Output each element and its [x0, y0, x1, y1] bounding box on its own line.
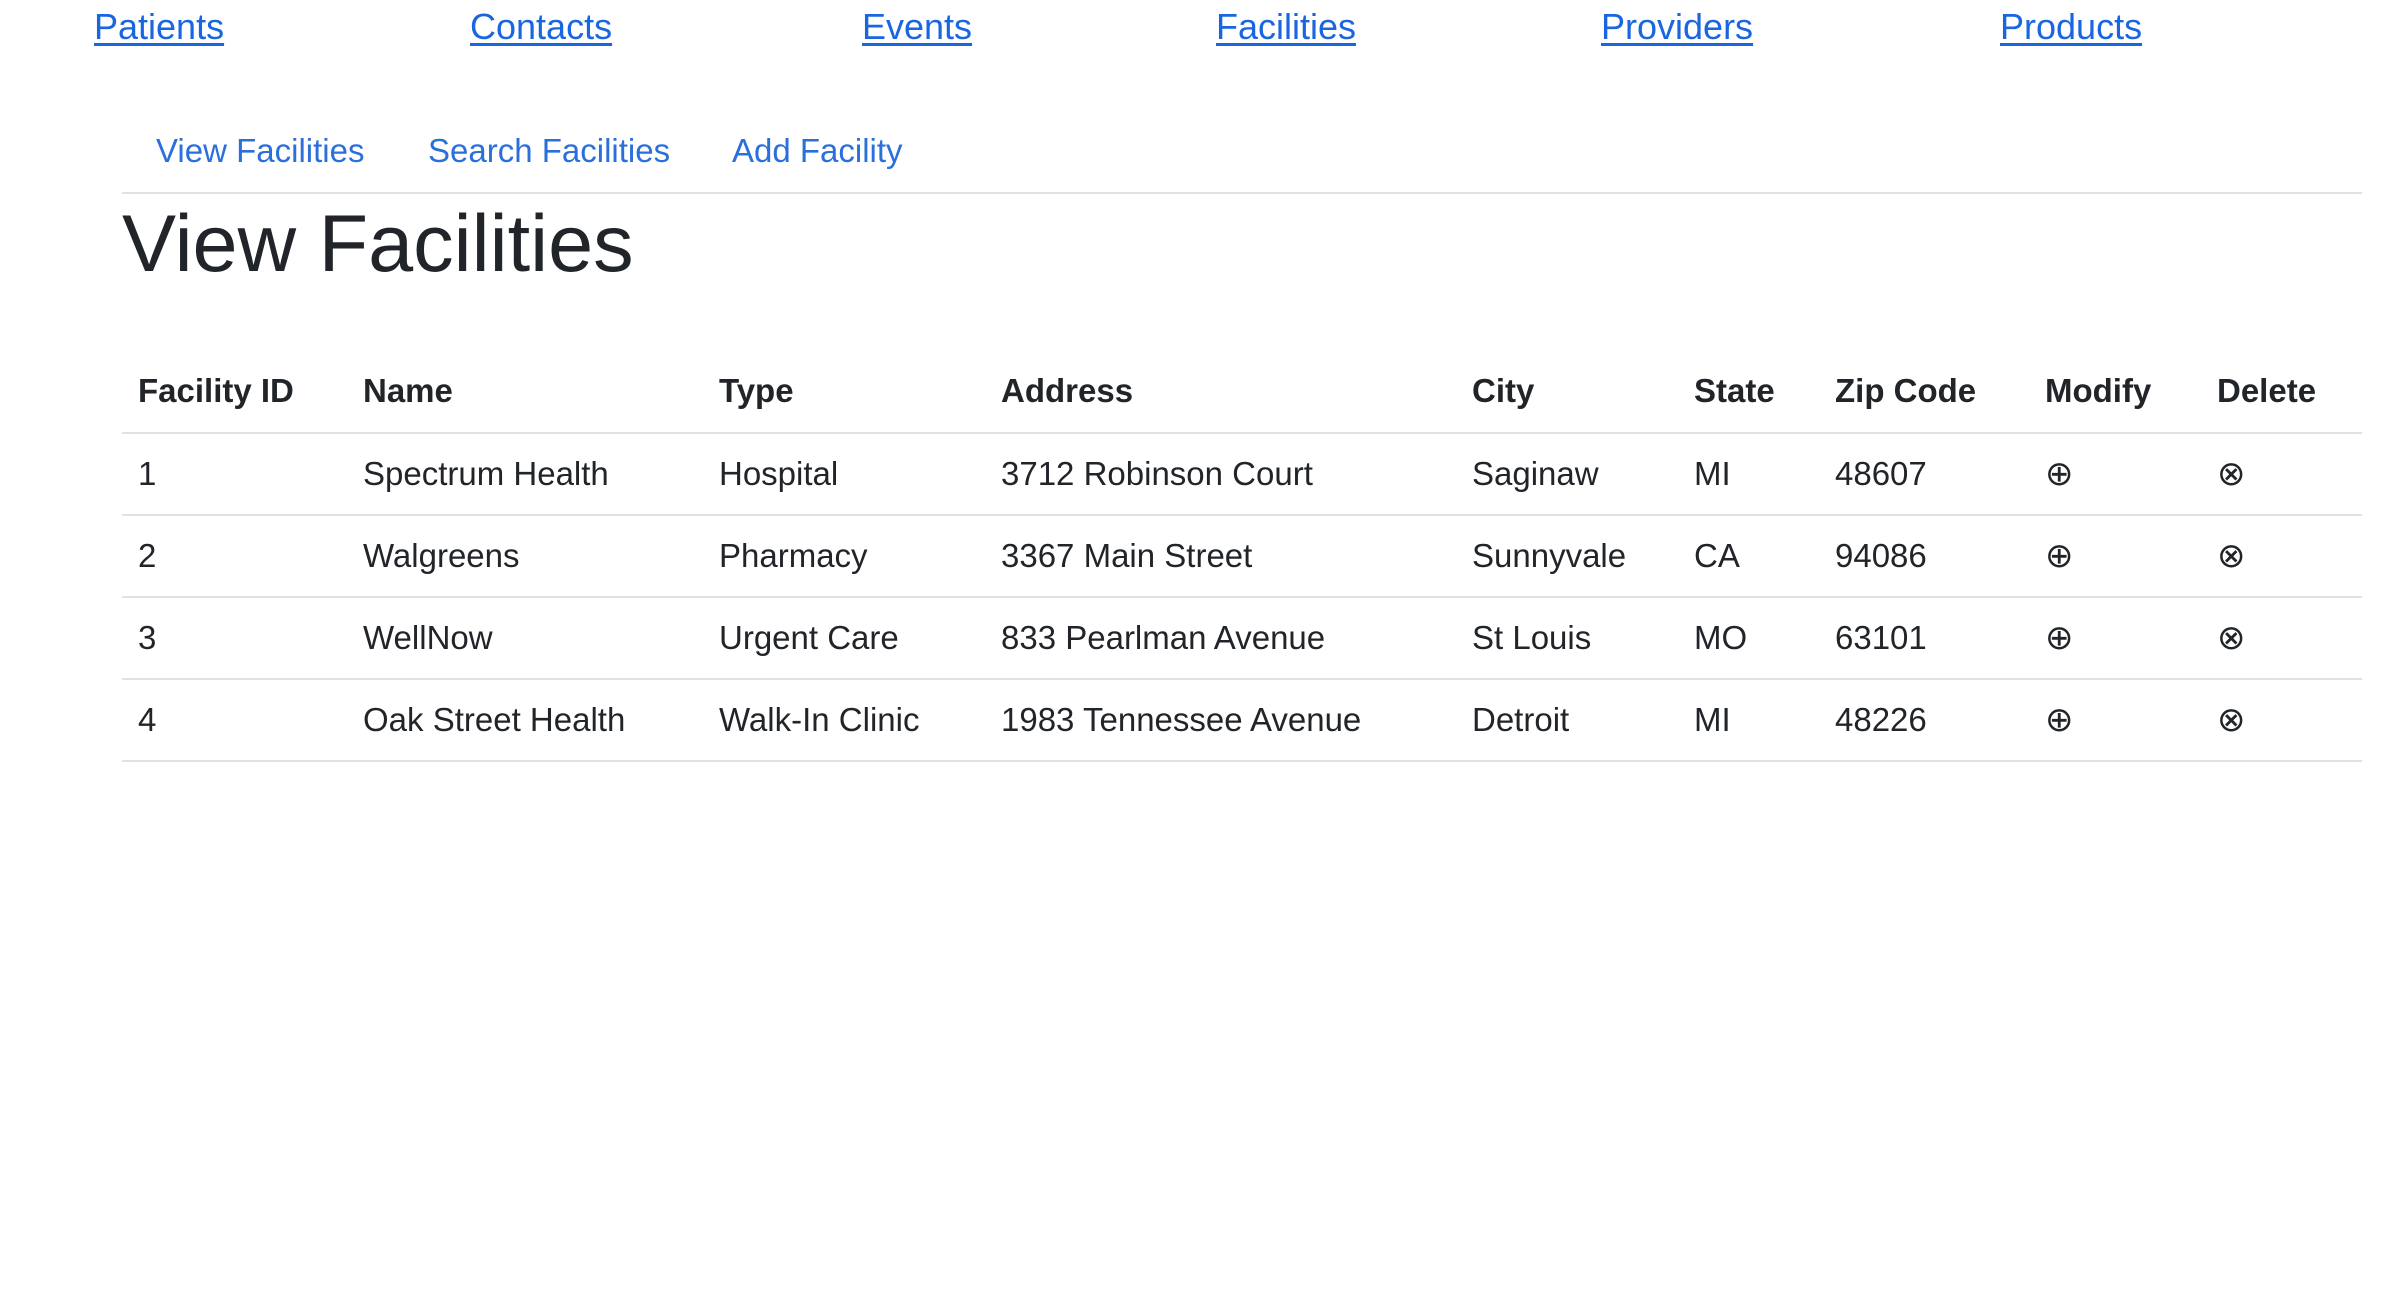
cell-zip-code: 48607: [1819, 433, 2029, 516]
page-title: View Facilities: [122, 199, 634, 289]
cell-type: Urgent Care: [703, 597, 985, 680]
modify-circled-plus-icon[interactable]: ⊕: [2045, 454, 2074, 494]
cell-state: MI: [1678, 433, 1819, 516]
cell-modify: ⊕: [2029, 679, 2201, 762]
modify-circled-plus-icon[interactable]: ⊕: [2045, 536, 2074, 576]
top-nav: Patients Contacts Events Facilities Prov…: [0, 0, 2390, 60]
cell-delete: ⊗: [2201, 433, 2362, 516]
cell-modify: ⊕: [2029, 515, 2201, 598]
cell-address: 1983 Tennessee Avenue: [985, 679, 1456, 762]
header-address: Address: [985, 350, 1456, 434]
nav-providers-link[interactable]: Providers: [1601, 6, 1753, 48]
table-row: 2 Walgreens Pharmacy 3367 Main Street Su…: [122, 515, 2362, 598]
cell-facility-id: 1: [122, 433, 347, 516]
delete-circled-times-icon[interactable]: ⊗: [2217, 536, 2246, 576]
cell-delete: ⊗: [2201, 515, 2362, 598]
cell-zip-code: 63101: [1819, 597, 2029, 680]
cell-facility-id: 2: [122, 515, 347, 598]
cell-delete: ⊗: [2201, 597, 2362, 680]
delete-circled-times-icon[interactable]: ⊗: [2217, 454, 2246, 494]
nav-facilities-link[interactable]: Facilities: [1216, 6, 1356, 48]
add-facility-link[interactable]: Add Facility: [732, 132, 903, 170]
header-delete: Delete: [2201, 350, 2362, 434]
table-row: 3 WellNow Urgent Care 833 Pearlman Avenu…: [122, 597, 2362, 680]
facilities-subnav: View Facilities Search Facilities Add Fa…: [122, 110, 2362, 194]
cell-state: MI: [1678, 679, 1819, 762]
cell-name: Spectrum Health: [347, 433, 703, 516]
cell-address: 3712 Robinson Court: [985, 433, 1456, 516]
cell-city: Detroit: [1456, 679, 1678, 762]
header-modify: Modify: [2029, 350, 2201, 434]
cell-state: CA: [1678, 515, 1819, 598]
table-row: 1 Spectrum Health Hospital 3712 Robinson…: [122, 433, 2362, 516]
cell-modify: ⊕: [2029, 433, 2201, 516]
cell-zip-code: 94086: [1819, 515, 2029, 598]
cell-type: Pharmacy: [703, 515, 985, 598]
cell-zip-code: 48226: [1819, 679, 2029, 762]
header-zip-code: Zip Code: [1819, 350, 2029, 434]
cell-name: WellNow: [347, 597, 703, 680]
cell-type: Walk-In Clinic: [703, 679, 985, 762]
cell-facility-id: 3: [122, 597, 347, 680]
delete-circled-times-icon[interactable]: ⊗: [2217, 700, 2246, 740]
table-header-row: Facility ID Name Type Address City State…: [122, 350, 2362, 434]
header-facility-id: Facility ID: [122, 350, 347, 434]
nav-products-link[interactable]: Products: [2000, 6, 2142, 48]
cell-facility-id: 4: [122, 679, 347, 762]
cell-city: Saginaw: [1456, 433, 1678, 516]
search-facilities-link[interactable]: Search Facilities: [428, 132, 670, 170]
cell-address: 3367 Main Street: [985, 515, 1456, 598]
cell-city: St Louis: [1456, 597, 1678, 680]
nav-events-link[interactable]: Events: [862, 6, 972, 48]
header-city: City: [1456, 350, 1678, 434]
cell-type: Hospital: [703, 433, 985, 516]
modify-circled-plus-icon[interactable]: ⊕: [2045, 700, 2074, 740]
table-row: 4 Oak Street Health Walk-In Clinic 1983 …: [122, 679, 2362, 762]
nav-contacts-link[interactable]: Contacts: [470, 6, 612, 48]
modify-circled-plus-icon[interactable]: ⊕: [2045, 618, 2074, 658]
view-facilities-link[interactable]: View Facilities: [156, 132, 364, 170]
facilities-table: Facility ID Name Type Address City State…: [122, 350, 2362, 762]
header-state: State: [1678, 350, 1819, 434]
header-name: Name: [347, 350, 703, 434]
cell-city: Sunnyvale: [1456, 515, 1678, 598]
cell-state: MO: [1678, 597, 1819, 680]
cell-name: Walgreens: [347, 515, 703, 598]
cell-delete: ⊗: [2201, 679, 2362, 762]
cell-modify: ⊕: [2029, 597, 2201, 680]
cell-address: 833 Pearlman Avenue: [985, 597, 1456, 680]
cell-name: Oak Street Health: [347, 679, 703, 762]
header-type: Type: [703, 350, 985, 434]
nav-patients-link[interactable]: Patients: [94, 6, 224, 48]
delete-circled-times-icon[interactable]: ⊗: [2217, 618, 2246, 658]
